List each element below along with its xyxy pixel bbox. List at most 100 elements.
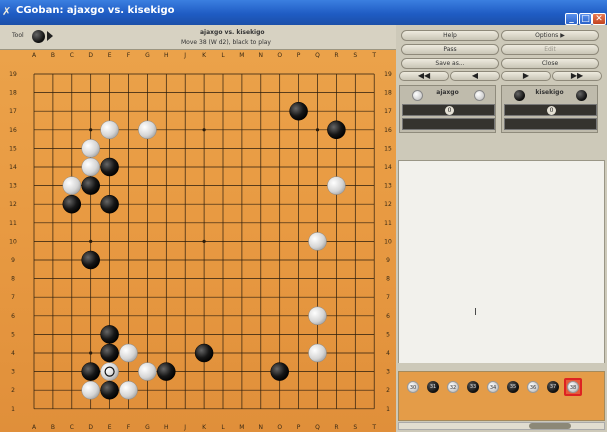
white-stone[interactable]: [119, 343, 138, 363]
black-time-bar: [504, 118, 597, 130]
timeline-move[interactable]: 31: [427, 381, 439, 393]
row-label: 11: [9, 220, 17, 227]
column-label: B: [51, 52, 55, 59]
title-bar[interactable]: ✗ CGoban: ajaxgo vs. kisekigo _ □ ✕: [0, 0, 607, 25]
black-stone[interactable]: [327, 120, 346, 140]
white-stone[interactable]: [100, 362, 119, 381]
white-stone[interactable]: [308, 306, 327, 326]
horizontal-scrollbar[interactable]: [398, 422, 605, 430]
black-stone[interactable]: [194, 343, 214, 363]
scrollbar-thumb[interactable]: [529, 423, 571, 429]
white-stone[interactable]: [138, 120, 157, 140]
column-label: K: [202, 52, 207, 59]
pass-button[interactable]: Pass: [401, 44, 499, 55]
row-label: 13: [9, 183, 17, 190]
maximize-button[interactable]: □: [579, 13, 592, 25]
options-button[interactable]: Options ▶: [501, 30, 599, 41]
save-as-button[interactable]: Save as...: [401, 58, 499, 69]
row-label: 10: [9, 238, 17, 245]
minimize-button[interactable]: _: [565, 13, 578, 25]
column-label: T: [371, 52, 376, 59]
column-label: C: [70, 424, 74, 431]
white-stone-icon: [474, 90, 485, 101]
white-stone[interactable]: [81, 380, 100, 400]
timeline-move[interactable]: 37: [547, 381, 559, 393]
back-button[interactable]: ◀: [450, 71, 500, 81]
column-label: L: [221, 424, 225, 431]
black-stone[interactable]: [157, 362, 176, 381]
black-stone-tool-icon[interactable]: [32, 30, 45, 43]
column-label: A: [32, 52, 37, 59]
column-label: Q: [315, 424, 320, 431]
timeline-move[interactable]: 36: [527, 381, 539, 393]
timeline-move[interactable]: 30: [407, 381, 419, 393]
move-timeline[interactable]: 30 31 32 33 34 35 36 37 38: [398, 371, 605, 421]
row-label: 19: [9, 71, 17, 78]
row-label: 7: [386, 294, 390, 301]
forward-button[interactable]: ▶: [501, 71, 551, 81]
timeline-move[interactable]: 34: [487, 381, 499, 393]
white-stone[interactable]: [119, 380, 138, 400]
white-stone[interactable]: [81, 157, 100, 177]
black-stone[interactable]: [100, 194, 119, 214]
black-stone[interactable]: [62, 194, 82, 214]
window-title: CGoban: ajaxgo vs. kisekigo: [16, 5, 175, 16]
white-stone[interactable]: [308, 343, 327, 363]
row-label: 18: [384, 90, 392, 97]
timeline-move[interactable]: 38: [567, 381, 579, 393]
fast-forward-button[interactable]: ▶▶: [552, 71, 602, 81]
comment-area[interactable]: I: [398, 160, 605, 387]
timeline-move[interactable]: 32: [447, 381, 459, 393]
column-label: R: [334, 424, 338, 431]
star-point: [202, 239, 206, 243]
row-label: 13: [384, 183, 392, 190]
black-stone[interactable]: [81, 176, 100, 195]
row-label: 12: [384, 201, 392, 208]
black-stone[interactable]: [270, 362, 289, 381]
tool-arrow-icon[interactable]: [47, 31, 53, 41]
black-stone[interactable]: [100, 380, 119, 400]
column-label: M: [239, 424, 244, 431]
timeline-move[interactable]: 33: [467, 381, 479, 393]
column-label: G: [145, 52, 150, 59]
column-label: L: [221, 52, 225, 59]
white-stone[interactable]: [138, 362, 157, 381]
help-button[interactable]: Help: [401, 30, 499, 41]
black-stone[interactable]: [81, 362, 100, 381]
close-button[interactable]: Close: [501, 58, 599, 69]
forward-icon: ▶: [522, 71, 530, 80]
timeline-move[interactable]: 35: [507, 381, 519, 393]
timeline-scroll-area[interactable]: [396, 363, 607, 371]
row-label: 2: [11, 387, 15, 394]
go-board[interactable]: A A B B C C D D E E F F G G H H J J K K L L M M N N O O P P Q Q R R S S T T 19…: [0, 50, 396, 432]
column-label: G: [145, 424, 150, 431]
column-label: F: [127, 424, 131, 431]
white-stone[interactable]: [100, 120, 119, 140]
row-label: 19: [384, 71, 392, 78]
fast-forward-icon: ▶▶: [570, 71, 584, 80]
row-label: 15: [9, 145, 17, 152]
black-stone[interactable]: [81, 250, 100, 270]
black-stone[interactable]: [100, 343, 119, 363]
black-stone[interactable]: [100, 325, 119, 344]
row-label: 3: [11, 369, 15, 376]
black-stone[interactable]: [289, 101, 308, 121]
row-label: 11: [384, 220, 392, 227]
edit-button[interactable]: Edit: [501, 44, 599, 55]
star-point: [89, 128, 93, 132]
board-grid[interactable]: AABBCCDDEEFFGGHHJJKKLLMMNNOOPPQQRRSSTT19…: [0, 50, 396, 432]
column-label: A: [32, 424, 37, 431]
column-label: H: [164, 424, 169, 431]
rewind-button[interactable]: ◀◀: [399, 71, 449, 81]
row-label: 17: [9, 108, 17, 115]
row-label: 3: [386, 369, 390, 376]
cgoban-window: ✗ CGoban: ajaxgo vs. kisekigo _ □ ✕ Tool…: [0, 0, 607, 432]
white-stone[interactable]: [62, 176, 82, 195]
white-stone[interactable]: [327, 176, 346, 195]
column-label: K: [202, 424, 207, 431]
black-stone[interactable]: [100, 157, 119, 177]
white-stone[interactable]: [81, 139, 100, 158]
close-window-button[interactable]: ✕: [592, 13, 606, 25]
white-stone[interactable]: [308, 232, 327, 251]
column-label: S: [353, 424, 357, 431]
